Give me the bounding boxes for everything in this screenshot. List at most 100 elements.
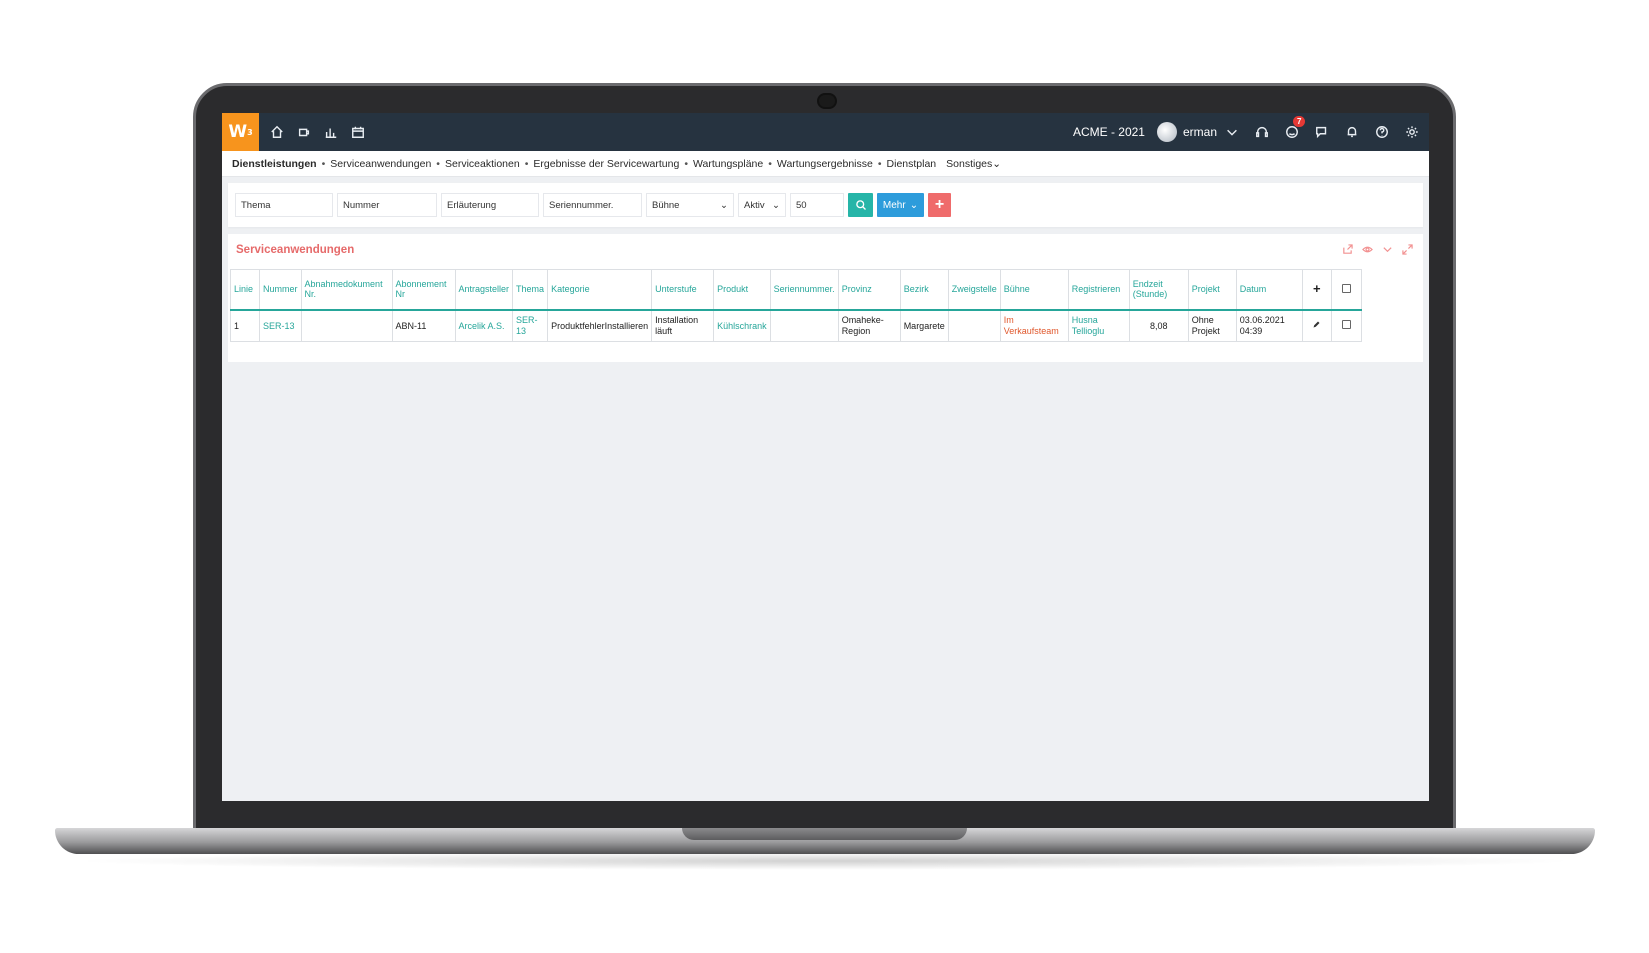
- column-header[interactable]: Zweigstelle: [947, 269, 1001, 311]
- column-header[interactable]: Registrieren: [1067, 269, 1130, 311]
- chevron-down-icon[interactable]: [1381, 243, 1393, 255]
- aktiv-select[interactable]: Aktiv ⌄: [738, 193, 786, 217]
- notification-badge: 7: [1293, 116, 1306, 127]
- column-header[interactable]: Endzeit (Stunde): [1128, 269, 1189, 311]
- panel-tools: [1341, 243, 1413, 255]
- company-selector[interactable]: ACME - 2021: [1073, 125, 1145, 139]
- column-header[interactable]: Seriennummer.: [769, 269, 839, 311]
- eye-icon[interactable]: [1361, 243, 1373, 255]
- service-applications-table: Linie Nummer Abnahmedokument Nr. Abonnem…: [230, 269, 1362, 342]
- column-header[interactable]: Antragsteller: [454, 269, 514, 311]
- chevron-down-icon: ⌄: [772, 199, 780, 211]
- cell-endzeit: 8,08: [1128, 309, 1189, 342]
- menu-item-ergebnisse-servicewartung[interactable]: Ergebnisse der Servicewartung: [533, 158, 679, 170]
- edit-button[interactable]: [1301, 309, 1332, 342]
- cell-buehne: Im Verkaufsteam: [999, 309, 1069, 342]
- add-button[interactable]: +: [928, 193, 951, 217]
- column-header[interactable]: Kategorie: [547, 269, 653, 311]
- avatar: [1156, 122, 1177, 142]
- cell-thema-link[interactable]: SER-13: [512, 309, 549, 342]
- table-header-row: Linie Nummer Abnahmedokument Nr. Abonnem…: [230, 269, 1362, 311]
- thema-input[interactable]: Thema: [235, 193, 333, 217]
- cell-nummer-link[interactable]: SER-13: [259, 309, 302, 342]
- limit-input[interactable]: 50: [790, 193, 844, 217]
- column-header[interactable]: Thema: [512, 269, 549, 311]
- chevron-down-icon: ⌄: [909, 199, 919, 211]
- nav-icons: [268, 123, 367, 141]
- column-header[interactable]: Linie: [230, 269, 260, 311]
- cell-datum: 03.06.2021 04:39: [1235, 309, 1303, 342]
- bar-chart-icon[interactable]: [322, 123, 340, 141]
- aktiv-select-value: Aktiv: [744, 199, 765, 211]
- menu-item-dienstplan[interactable]: Dienstplan: [887, 158, 937, 170]
- laptop-notch: [682, 828, 967, 840]
- chat-icon[interactable]: [1313, 123, 1331, 141]
- column-header[interactable]: Nummer: [259, 269, 302, 311]
- search-button[interactable]: [848, 193, 873, 217]
- export-icon[interactable]: [1341, 243, 1353, 255]
- checkbox[interactable]: [1341, 320, 1351, 330]
- user-menu[interactable]: erman: [1156, 122, 1241, 142]
- add-row-button[interactable]: +: [1301, 269, 1332, 311]
- navbar-right: ACME - 2021 erman 7: [1073, 113, 1421, 151]
- panel-title: Serviceanwendungen: [236, 244, 355, 256]
- calendar-icon[interactable]: [349, 123, 367, 141]
- column-header[interactable]: Abonnement Nr: [391, 269, 456, 311]
- headset-icon[interactable]: [1253, 123, 1271, 141]
- column-header[interactable]: Provinz: [837, 269, 901, 311]
- menu-item-serviceaktionen[interactable]: Serviceaktionen: [445, 158, 520, 170]
- row-select-checkbox[interactable]: [1330, 309, 1362, 342]
- smiley-icon[interactable]: 7: [1283, 116, 1306, 141]
- column-header[interactable]: Unterstufe: [651, 269, 715, 311]
- menu-item-serviceanwendungen[interactable]: Serviceanwendungen: [330, 158, 431, 170]
- column-header[interactable]: Datum: [1235, 269, 1303, 311]
- nummer-input[interactable]: Nummer: [337, 193, 437, 217]
- cell-unterstufe: Installation läuft: [651, 309, 715, 342]
- menu-more-label: Sonstiges: [946, 157, 993, 170]
- chevron-down-icon: ⌄: [720, 199, 728, 211]
- gear-icon[interactable]: [1403, 123, 1421, 141]
- menu-item-dienstleistungen[interactable]: Dienstleistungen: [232, 158, 317, 170]
- chevron-down-icon: ⌄: [992, 157, 1002, 170]
- cell-antragsteller-link[interactable]: Arcelik A.S.: [454, 309, 514, 342]
- column-header[interactable]: Bezirk: [899, 269, 949, 311]
- select-all-checkbox[interactable]: [1330, 269, 1362, 311]
- menu-item-wartungsplaene[interactable]: Wartungspläne: [693, 158, 763, 170]
- username: erman: [1182, 125, 1217, 139]
- cell-abnahmedokument: [300, 309, 393, 342]
- table-row[interactable]: 1 SER-13 ABN-11 Arcelik A.S. SER-13 Prod…: [230, 309, 1362, 342]
- column-header[interactable]: Abnahmedokument Nr.: [300, 269, 393, 311]
- chevron-down-icon: [1223, 123, 1241, 141]
- laptop-shadow: [70, 852, 1580, 870]
- menu-item-wartungsergebnisse[interactable]: Wartungsergebnisse: [777, 158, 873, 170]
- cell-zweigstelle: [947, 309, 1001, 342]
- more-button[interactable]: Mehr ⌄: [877, 193, 924, 217]
- column-header[interactable]: Produkt: [713, 269, 771, 311]
- top-navbar: W3 ACME - 2021 erman 7: [222, 113, 1429, 151]
- laptop-camera: [817, 93, 837, 109]
- app-logo[interactable]: W3: [222, 113, 259, 151]
- buehne-select[interactable]: Bühne ⌄: [646, 193, 734, 217]
- menu-item-sonstiges[interactable]: Sonstiges⌄: [946, 158, 1001, 170]
- checkbox[interactable]: [1341, 283, 1351, 293]
- cell-bezirk: Margarete: [899, 309, 949, 342]
- cell-linie: 1: [230, 309, 260, 342]
- cell-projekt: Ohne Projekt: [1187, 309, 1237, 342]
- cell-kategorie: ProduktfehlerInstallieren: [547, 309, 653, 342]
- seriennummer-input[interactable]: Seriennummer.: [543, 193, 642, 217]
- column-header[interactable]: Projekt: [1187, 269, 1237, 311]
- cell-registrieren-link[interactable]: Husna Tellioglu: [1067, 309, 1130, 342]
- more-button-label: Mehr: [882, 199, 906, 211]
- expand-icon[interactable]: [1401, 243, 1413, 255]
- buehne-select-value: Bühne: [652, 199, 680, 211]
- home-icon[interactable]: [268, 123, 286, 141]
- column-header[interactable]: Bühne: [999, 269, 1069, 311]
- help-icon[interactable]: [1373, 123, 1391, 141]
- bell-icon[interactable]: [1343, 123, 1361, 141]
- module-menu: Dienstleistungen • Serviceanwendungen • …: [222, 151, 1429, 177]
- cell-seriennummer: [769, 309, 839, 342]
- coffee-cup-icon[interactable]: [295, 123, 313, 141]
- cell-produkt-link[interactable]: Kühlschrank: [713, 309, 771, 342]
- pencil-icon: [1313, 321, 1320, 328]
- erlaeuterung-input[interactable]: Erläuterung: [441, 193, 539, 217]
